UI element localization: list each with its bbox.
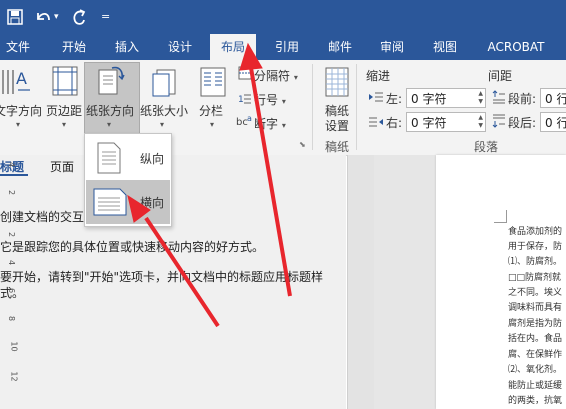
margin-corner-mark: [494, 210, 507, 223]
undo-dropdown-icon[interactable]: ▾: [54, 0, 59, 34]
indent-right-icon: [368, 116, 384, 131]
tab-insert[interactable]: 插入: [106, 34, 148, 60]
group-divider: [356, 64, 357, 150]
indent-left-label: 左:: [386, 92, 403, 106]
manuscript-icon[interactable]: [323, 66, 351, 101]
svg-text:a: a: [247, 114, 252, 123]
columns-button[interactable]: 分栏: [199, 102, 223, 119]
active-tab-underline: [0, 174, 28, 176]
indent-right-field[interactable]: 0 字符 ▲ ▼: [406, 112, 486, 132]
landscape-option[interactable]: 横向: [86, 180, 170, 224]
nav-pane-message: 它是跟踪您的具体位置或快速移动内容的好方式。: [0, 240, 265, 254]
chevron-down-icon: ▾: [160, 120, 165, 129]
document-text-line: 能防止或延缓: [508, 381, 563, 391]
chevron-down-icon: ▾: [107, 120, 112, 129]
size-button[interactable]: 纸张大小: [140, 102, 188, 119]
portrait-page-icon: [96, 142, 122, 177]
line-numbers-icon[interactable]: 1: [238, 91, 252, 108]
tab-acrobat[interactable]: ACROBAT: [480, 34, 552, 60]
margins-button[interactable]: 页边距: [46, 102, 82, 119]
document-text-line: 的两类，抗氧: [508, 396, 563, 406]
ruler-number: 12: [9, 371, 19, 382]
chevron-down-icon: ▾: [210, 120, 215, 129]
nav-pane-message: 要开始，请转到"开始"选项卡，并向文档中的标题应用标题样: [0, 270, 324, 284]
ruler-number: 6: [7, 287, 17, 294]
tab-home[interactable]: 开始: [52, 34, 96, 60]
spacing-after-icon: [492, 114, 506, 131]
spacing-after-label: 段后:: [508, 116, 537, 130]
tab-design[interactable]: 设计: [158, 34, 202, 60]
orientation-dropdown: 纵向 横向: [84, 133, 172, 227]
text-direction-icon[interactable]: A: [0, 64, 34, 103]
size-icon[interactable]: [150, 64, 180, 101]
ruler-number: 8: [7, 315, 17, 322]
page-setup-launcher-icon[interactable]: ⬊: [299, 140, 306, 149]
indent-left-field[interactable]: 0 字符 ▲ ▼: [406, 88, 486, 108]
document-text-line: □□防腐剂就: [508, 273, 562, 283]
document-text-line: ⑴、防腐剂。: [508, 257, 563, 267]
columns-icon[interactable]: [198, 64, 228, 101]
text-direction-button[interactable]: 文字方向: [0, 102, 42, 119]
document-text-line: 括在内。食品: [508, 334, 563, 344]
document-text-line: 调味料而具有: [508, 303, 563, 313]
ruler-number: 10: [9, 341, 19, 352]
margins-icon[interactable]: [50, 64, 80, 101]
document-text-line: ⑵、氧化剂。: [508, 365, 563, 375]
tab-view[interactable]: 视图: [422, 34, 468, 60]
breaks-button[interactable]: 分隔符 ▾: [254, 67, 298, 84]
paragraph-group-label: 段落: [474, 140, 499, 154]
ruler-number: 2: [7, 189, 17, 196]
spacing-before-label: 段前:: [508, 92, 537, 106]
tab-references[interactable]: 引用: [266, 34, 308, 60]
portrait-label: 纵向: [140, 152, 165, 166]
spacing-before-icon: [492, 90, 506, 107]
tab-mailings[interactable]: 邮件: [318, 34, 362, 60]
customize-toolbar-icon[interactable]: =: [101, 0, 110, 34]
document-text-line: 腐、在保鲜作: [508, 350, 563, 360]
document-text-line: 食品添加剂的: [508, 227, 563, 237]
nav-pane-message: 创建文档的交互: [0, 210, 85, 224]
ruler-number: 4: [7, 259, 17, 266]
tab-file[interactable]: 文件: [0, 34, 36, 60]
orientation-icon[interactable]: [96, 64, 126, 101]
hyphenation-button[interactable]: 断字 ▾: [254, 115, 286, 132]
chevron-down-icon: ▾: [16, 120, 21, 129]
line-numbers-button[interactable]: 行号 ▾: [254, 91, 286, 108]
indent-title: 缩进: [366, 69, 391, 83]
ruler-number: 2: [7, 231, 17, 238]
manuscript-button-line2[interactable]: 设置: [325, 117, 349, 134]
spacing-before-field[interactable]: 0 行: [540, 88, 566, 108]
landscape-label: 横向: [140, 196, 165, 210]
ruler-number: 4: [7, 161, 17, 168]
portrait-option[interactable]: 纵向: [86, 136, 170, 180]
document-text-line: 腐剂是指为防: [508, 319, 563, 329]
tab-review[interactable]: 审阅: [370, 34, 414, 60]
tab-layout[interactable]: 布局: [210, 34, 256, 60]
landscape-page-icon: [92, 188, 128, 219]
document-text-line: 之不同。埃义: [508, 288, 563, 298]
chevron-down-icon: ▾: [62, 120, 67, 129]
svg-text:A: A: [16, 69, 27, 88]
spacing-title: 间距: [488, 69, 513, 83]
document-text-line: 用于保存，防: [508, 242, 563, 252]
indent-left-icon: [368, 91, 384, 106]
hyphenation-icon[interactable]: bc a: [236, 114, 254, 131]
orientation-button[interactable]: 纸张方向: [86, 102, 134, 119]
spacing-after-field[interactable]: 0 行: [540, 112, 566, 132]
svg-text:1: 1: [238, 95, 244, 105]
indent-right-label: 右:: [386, 116, 403, 130]
manuscript-group-label: 稿纸: [325, 140, 350, 154]
tab-pages[interactable]: 页面: [50, 158, 74, 175]
group-divider: [312, 64, 313, 150]
breaks-icon[interactable]: [238, 66, 252, 83]
vertical-ruler: [347, 155, 375, 409]
